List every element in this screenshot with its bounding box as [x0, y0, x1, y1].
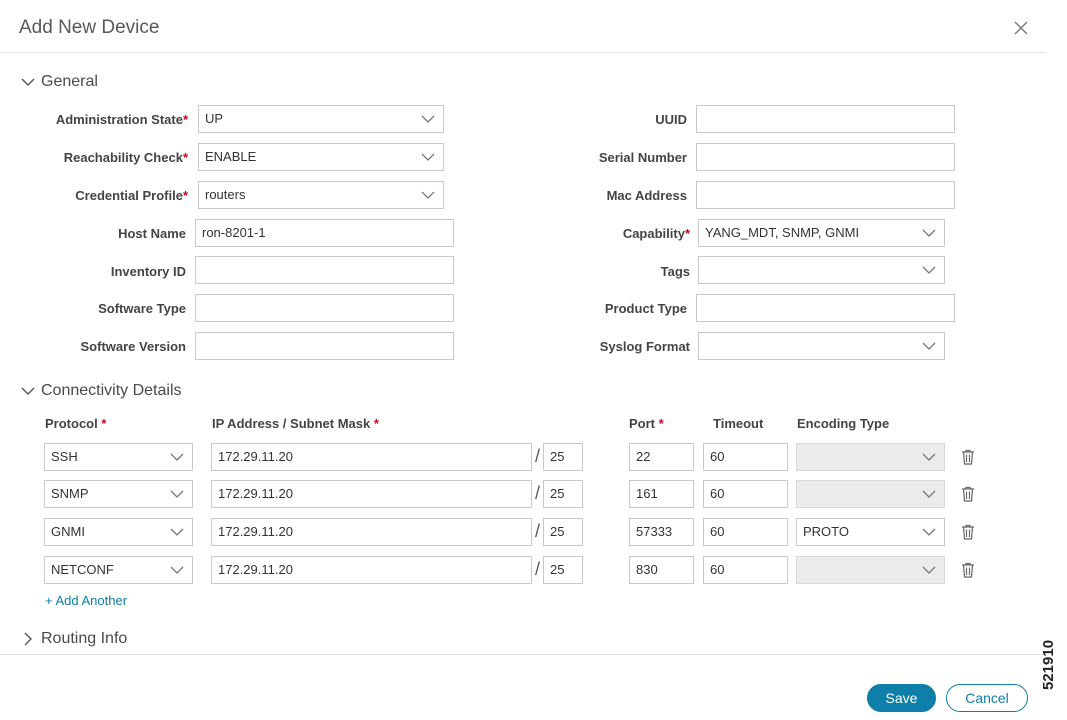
- tags-select[interactable]: [698, 256, 945, 284]
- chevron-down-icon: [421, 153, 435, 161]
- chevron-down-icon: [170, 490, 184, 498]
- footer-divider: [0, 654, 1046, 655]
- figure-number: 521910: [1040, 639, 1057, 690]
- chevron-down-icon: [170, 566, 184, 574]
- chevron-down-icon: [922, 490, 936, 498]
- credential-profile-label: Credential Profile*: [75, 188, 188, 203]
- reachability-label: Reachability Check*: [63, 150, 188, 165]
- encoding-column-header: Encoding Type: [797, 416, 890, 431]
- subnet-separator: /: [535, 446, 541, 466]
- encoding-type-select[interactable]: PROTO: [796, 518, 945, 546]
- timeout-input[interactable]: 60: [703, 556, 788, 584]
- port-input[interactable]: 161: [629, 480, 694, 508]
- uuid-label: UUID: [655, 112, 687, 127]
- trash-icon[interactable]: [961, 562, 975, 578]
- port-input[interactable]: 57333: [629, 518, 694, 546]
- port-input[interactable]: 22: [629, 443, 694, 471]
- cancel-button[interactable]: Cancel: [946, 684, 1028, 712]
- chevron-down-icon: [21, 78, 35, 86]
- ip-column-header: IP Address / Subnet Mask *: [212, 416, 379, 431]
- timeout-input[interactable]: 60: [703, 443, 788, 471]
- ip-address-input[interactable]: 172.29.11.20: [211, 443, 532, 471]
- chevron-down-icon: [421, 191, 435, 199]
- save-button[interactable]: Save: [867, 684, 936, 712]
- encoding-type-select[interactable]: [796, 443, 945, 471]
- section-general-toggle[interactable]: General: [21, 73, 98, 91]
- software-type-label: Software Type: [98, 301, 186, 316]
- credential-profile-select[interactable]: routers: [198, 181, 444, 209]
- protocol-select[interactable]: SSH: [44, 443, 193, 471]
- subnet-separator: /: [535, 521, 541, 541]
- chevron-down-icon: [922, 528, 936, 536]
- trash-icon[interactable]: [961, 524, 975, 540]
- host-name-label: Host Name: [118, 226, 186, 241]
- section-general-label: General: [41, 73, 98, 90]
- host-name-input[interactable]: ron-8201-1: [195, 219, 454, 247]
- uuid-input[interactable]: [696, 105, 955, 133]
- dialog-header: Add New Device: [0, 0, 1046, 53]
- chevron-down-icon: [170, 453, 184, 461]
- port-column-header: Port *: [629, 416, 664, 431]
- software-version-input[interactable]: [195, 332, 454, 360]
- section-routing-label: Routing Info: [41, 630, 128, 647]
- protocol-select[interactable]: SNMP: [44, 480, 193, 508]
- capability-label: Capability*: [622, 226, 690, 241]
- protocol-column-header: Protocol *: [45, 416, 107, 431]
- subnet-mask-input[interactable]: 25: [543, 518, 583, 546]
- inventory-id-label: Inventory ID: [110, 264, 186, 279]
- chevron-down-icon: [922, 266, 936, 274]
- timeout-input[interactable]: 60: [703, 480, 788, 508]
- chevron-down-icon: [922, 566, 936, 574]
- section-routing-toggle[interactable]: Routing Info: [21, 630, 127, 648]
- timeout-input[interactable]: 60: [703, 518, 788, 546]
- tags-label: Tags: [660, 264, 690, 279]
- admin-state-label: Administration State*: [55, 112, 188, 127]
- dialog-title: Add New Device: [19, 17, 160, 38]
- encoding-type-select[interactable]: [796, 480, 945, 508]
- chevron-down-icon: [21, 387, 35, 395]
- mac-address-label: Mac Address: [606, 188, 687, 203]
- subnet-mask-input[interactable]: 25: [543, 443, 583, 471]
- trash-icon[interactable]: [961, 449, 975, 465]
- protocol-select[interactable]: NETCONF: [44, 556, 193, 584]
- ip-address-input[interactable]: 172.29.11.20: [211, 518, 532, 546]
- software-type-input[interactable]: [195, 294, 454, 322]
- admin-state-select[interactable]: UP: [198, 105, 444, 133]
- chevron-down-icon: [922, 342, 936, 350]
- syslog-format-label: Syslog Format: [599, 339, 690, 354]
- timeout-column-header: Timeout: [713, 416, 764, 431]
- close-icon[interactable]: [1012, 19, 1030, 37]
- chevron-right-icon: [24, 632, 32, 646]
- subnet-mask-input[interactable]: 25: [543, 556, 583, 584]
- subnet-separator: /: [535, 559, 541, 579]
- trash-icon[interactable]: [961, 486, 975, 502]
- port-input[interactable]: 830: [629, 556, 694, 584]
- serial-number-input[interactable]: [696, 143, 955, 171]
- add-another-link[interactable]: + Add Another: [45, 593, 127, 608]
- software-version-label: Software Version: [80, 339, 186, 354]
- product-type-label: Product Type: [604, 301, 687, 316]
- encoding-type-select[interactable]: [796, 556, 945, 584]
- inventory-id-input[interactable]: [195, 256, 454, 284]
- chevron-down-icon: [922, 453, 936, 461]
- subnet-mask-input[interactable]: 25: [543, 480, 583, 508]
- chevron-down-icon: [922, 229, 936, 237]
- section-connectivity-toggle[interactable]: Connectivity Details: [21, 382, 182, 400]
- protocol-select[interactable]: GNMI: [44, 518, 193, 546]
- reachability-select[interactable]: ENABLE: [198, 143, 444, 171]
- section-connectivity-label: Connectivity Details: [41, 382, 182, 399]
- syslog-format-select[interactable]: [698, 332, 945, 360]
- add-device-dialog: Add New Device General Administration St…: [0, 0, 1046, 720]
- product-type-input[interactable]: [696, 294, 955, 322]
- ip-address-input[interactable]: 172.29.11.20: [211, 480, 532, 508]
- serial-number-label: Serial Number: [598, 150, 687, 165]
- chevron-down-icon: [170, 528, 184, 536]
- capability-select[interactable]: YANG_MDT, SNMP, GNMI: [698, 219, 945, 247]
- ip-address-input[interactable]: 172.29.11.20: [211, 556, 532, 584]
- subnet-separator: /: [535, 483, 541, 503]
- chevron-down-icon: [421, 115, 435, 123]
- mac-address-input[interactable]: [696, 181, 955, 209]
